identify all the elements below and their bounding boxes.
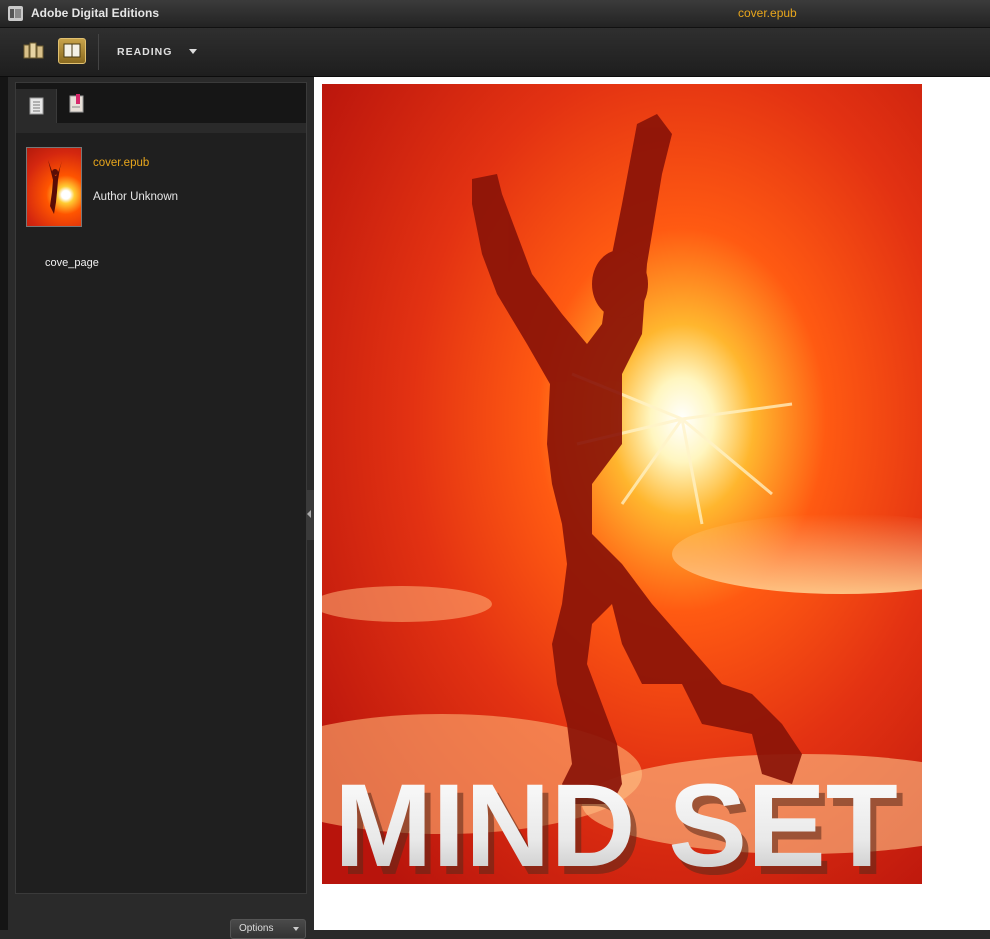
chevron-down-icon — [293, 927, 299, 931]
window-edge — [0, 77, 8, 930]
book-author: Author Unknown — [93, 191, 179, 203]
cover-title: MIND SET — [334, 760, 898, 884]
title-bar: Adobe Digital Editions cover.epub — [0, 0, 990, 28]
app-logo-icon — [8, 6, 23, 21]
sidebar-collapse-handle[interactable] — [306, 490, 314, 540]
tab-table-of-contents[interactable] — [16, 89, 57, 123]
book-title[interactable]: cover.epub — [93, 157, 149, 169]
view-mode-label[interactable]: READING — [117, 46, 172, 58]
reading-view-button[interactable] — [58, 38, 86, 64]
reading-pane: MIND SET MIND SET — [314, 77, 990, 930]
options-button[interactable]: Options — [230, 919, 306, 939]
book-cover-image: MIND SET MIND SET — [322, 84, 922, 884]
toolbar-divider — [98, 34, 99, 70]
options-label: Options — [239, 923, 274, 934]
list-icon — [29, 97, 44, 115]
app-title: Adobe Digital Editions — [31, 6, 159, 20]
book-cover-thumbnail[interactable] — [26, 147, 82, 227]
open-book-icon — [63, 43, 81, 58]
tab-underline — [16, 123, 306, 133]
library-icon — [23, 42, 44, 59]
document-title: cover.epub — [738, 6, 797, 20]
sidebar: cover.epub Author Unknown cove_page Opti… — [8, 77, 314, 939]
toolbar: READING — [0, 28, 990, 77]
sidebar-panel: cover.epub Author Unknown cove_page — [15, 82, 307, 894]
jumping-figure-icon — [48, 160, 62, 214]
toc-item[interactable]: cove_page — [45, 257, 99, 269]
bookmark-icon — [69, 94, 84, 113]
chevron-left-icon — [307, 510, 311, 518]
sidebar-tabs — [16, 83, 306, 123]
library-view-button[interactable] — [20, 38, 48, 64]
tab-bookmarks[interactable] — [58, 89, 98, 123]
view-mode-dropdown-icon[interactable] — [189, 49, 197, 54]
